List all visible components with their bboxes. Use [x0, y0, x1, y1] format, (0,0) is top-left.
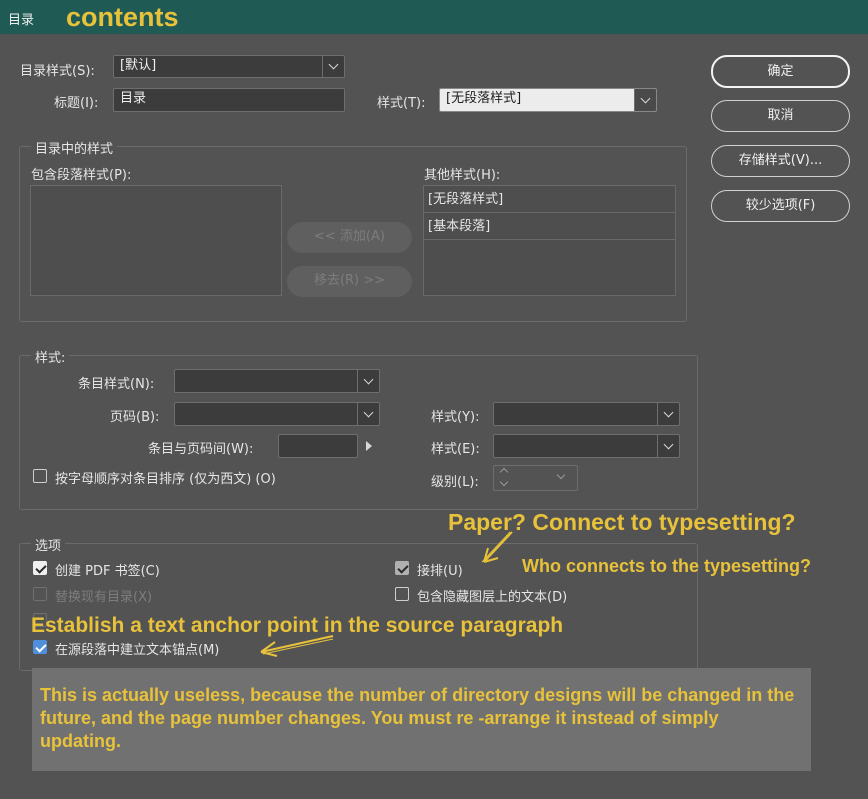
toc-style-dropdown[interactable]: [默认] — [113, 55, 345, 78]
annotation-heading: contents — [66, 2, 179, 32]
cancel-button[interactable]: 取消 — [711, 100, 850, 132]
title-style-label: 样式(T): — [377, 96, 426, 111]
list-item[interactable]: [基本段落] — [424, 213, 675, 240]
chevron-down-icon[interactable] — [657, 435, 679, 457]
annotation-arrow-icon — [481, 531, 513, 563]
include-hidden-label: 包含隐藏图层上的文本(D) — [417, 590, 568, 605]
sort-label: 按字母顺序对条目排序 (仅为西文) (O) — [55, 472, 276, 487]
make-anchor-checkbox[interactable] — [33, 640, 47, 654]
between-style-label: 样式(E): — [431, 442, 480, 457]
include-hidden-checkbox[interactable] — [395, 587, 409, 601]
replace-existing-checkbox[interactable] — [33, 587, 47, 601]
chevron-up-icon[interactable] — [499, 467, 509, 477]
list-item[interactable]: [无段落样式] — [424, 186, 675, 213]
style-section-title: 样式: — [31, 347, 70, 366]
page-number-label: 页码(B): — [110, 410, 160, 425]
title-value: 目录 — [120, 91, 147, 106]
fewer-options-button[interactable]: 较少选项(F) — [711, 190, 850, 222]
annotation-note: This is actually useless, because the nu… — [32, 668, 811, 771]
toc-style-label: 目录样式(S): — [20, 64, 95, 79]
chevron-down-icon[interactable] — [357, 370, 379, 392]
run-in-label: 接排(U) — [417, 564, 463, 579]
options-title: 选项 — [31, 535, 66, 554]
between-input[interactable] — [278, 434, 358, 458]
other-styles-label: 其他样式(H): — [424, 168, 501, 183]
annotation-arrow-icon — [260, 635, 334, 657]
title-style-dropdown[interactable]: [无段落样式] — [439, 88, 657, 112]
pn-style-label: 样式(Y): — [431, 410, 480, 425]
title-style-value: [无段落样式] — [446, 91, 522, 106]
title-input[interactable]: 目录 — [113, 88, 345, 112]
other-styles-list[interactable]: [无段落样式] [基本段落] — [423, 185, 676, 296]
include-styles-label: 包含段落样式(P): — [31, 168, 132, 183]
sort-checkbox[interactable] — [33, 469, 47, 483]
level-label: 级别(L): — [431, 475, 479, 490]
make-anchor-label: 在源段落中建立文本锚点(M) — [55, 643, 220, 658]
save-style-button[interactable]: 存储样式(V)... — [711, 145, 850, 177]
entry-style-dropdown[interactable] — [174, 369, 380, 393]
toc-style-value: [默认] — [120, 58, 157, 73]
between-label: 条目与页码间(W): — [148, 442, 254, 457]
chevron-down-icon[interactable] — [322, 56, 344, 77]
include-styles-list[interactable] — [30, 185, 282, 296]
chevron-down-icon[interactable] — [499, 477, 509, 487]
page-number-dropdown[interactable] — [174, 402, 380, 426]
styles-in-toc-title: 目录中的样式 — [31, 138, 118, 157]
chevron-down-icon[interactable] — [357, 403, 379, 425]
remove-button[interactable]: 移去(R) >> — [287, 266, 412, 297]
replace-existing-label: 替换现有目录(X) — [55, 590, 153, 605]
annotation-who-connects: Who connects to the typesetting? — [522, 556, 812, 576]
ok-button[interactable]: 确定 — [711, 55, 850, 88]
pn-style-dropdown[interactable] — [493, 402, 680, 426]
title-label: 标题(I): — [54, 96, 99, 111]
run-in-checkbox[interactable] — [395, 561, 409, 575]
create-pdf-bookmarks-checkbox[interactable] — [33, 561, 47, 575]
create-pdf-bookmarks-label: 创建 PDF 书签(C) — [55, 564, 160, 579]
chevron-down-icon[interactable] — [657, 403, 679, 425]
window-title: 目录 — [8, 13, 35, 28]
add-button[interactable]: << 添加(A) — [287, 222, 412, 253]
arrow-right-icon[interactable] — [366, 441, 372, 451]
entry-style-label: 条目样式(N): — [78, 377, 155, 392]
chevron-down-icon[interactable] — [634, 89, 656, 111]
chevron-down-icon[interactable] — [556, 470, 566, 480]
level-stepper[interactable] — [493, 465, 578, 491]
between-style-dropdown[interactable] — [493, 434, 680, 458]
